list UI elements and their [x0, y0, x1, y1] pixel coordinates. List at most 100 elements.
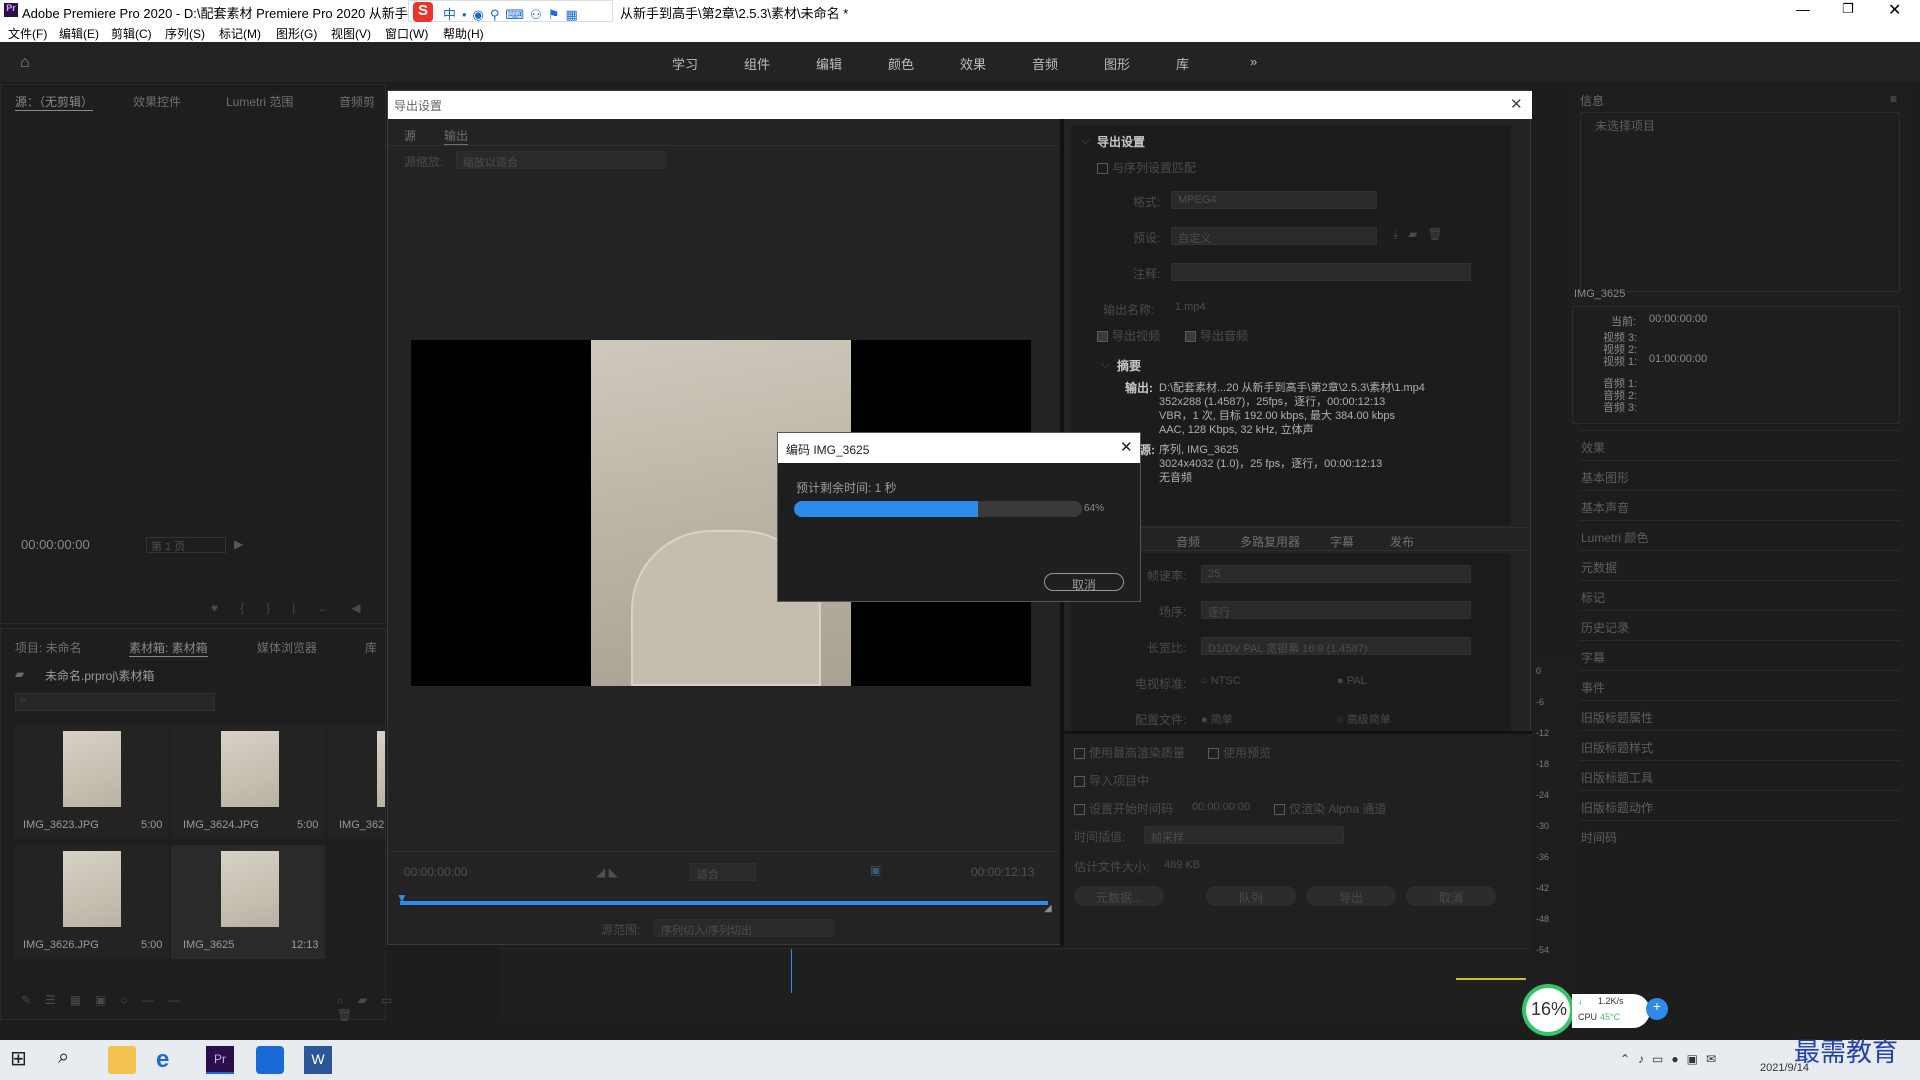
panel-history[interactable]: 历史记录 — [1580, 610, 1900, 640]
app-icon[interactable] — [256, 1046, 284, 1074]
menu-clip[interactable]: 剪辑(C) — [111, 25, 152, 42]
start-timecode-value[interactable]: 00:00:00:00 — [1192, 801, 1250, 813]
panel-metadata[interactable]: 元数据 — [1580, 550, 1900, 580]
export-range-bar[interactable] — [400, 901, 1048, 905]
fit-select[interactable]: 适合 — [690, 863, 756, 881]
profile-advanced-radio[interactable]: ○ 高级简单 — [1337, 711, 1391, 727]
tab-audio-clip[interactable]: 音频剪 — [339, 93, 375, 110]
project-footer-actions[interactable]: ⌕▰▭🗑 — [337, 993, 406, 1022]
close-window-button[interactable]: ✕ — [1888, 0, 1901, 20]
ntsc-radio[interactable]: ○ NTSC — [1201, 675, 1241, 687]
crop-icon[interactable]: ▣ — [870, 863, 881, 877]
list-item[interactable]: IMG_3626.JPG 5:00 — [15, 845, 169, 959]
close-icon[interactable]: ✕ — [1120, 438, 1133, 456]
panel-markers[interactable]: 标记 — [1580, 580, 1900, 610]
profile-simple-radio[interactable]: ● 简单 — [1201, 711, 1233, 727]
end-timecode[interactable]: 00:00:12:13 — [971, 865, 1034, 879]
premiere-taskbar-icon[interactable]: Pr — [206, 1046, 234, 1074]
source-scaling-select[interactable]: 缩放以适合 — [456, 151, 666, 169]
tab-media-browser[interactable]: 媒体浏览器 — [257, 639, 317, 656]
ime-toolbar[interactable]: S 中•◉⚲⌨⚇⚑▦ — [408, 0, 613, 22]
workspace-color[interactable]: 颜色 — [888, 54, 914, 73]
page-select[interactable]: 第 1 页 — [146, 537, 226, 553]
aspect-select[interactable]: D1/DV PAL 宽银幕 16:9 (1.4587) — [1201, 637, 1471, 655]
system-tray-icons[interactable]: ⌃♪▭●▣✉ — [1620, 1052, 1724, 1066]
minimize-button[interactable]: — — [1796, 1, 1810, 17]
metadata-button[interactable]: 元数据... — [1074, 886, 1164, 906]
source-range-select[interactable]: 序列切入/序列切出 — [654, 919, 834, 937]
field-order-select[interactable]: 逐行 — [1201, 601, 1471, 619]
workspace-graphics[interactable]: 图形 — [1104, 54, 1130, 73]
tab-export-source[interactable]: 源 — [404, 127, 416, 144]
format-select[interactable]: MPEG4 — [1171, 191, 1377, 209]
workspace-libraries[interactable]: 库 — [1176, 54, 1189, 73]
tab-audio[interactable]: 音频 — [1176, 533, 1200, 550]
workspace-assembly[interactable]: 组件 — [744, 54, 770, 73]
restore-button[interactable]: ❐ — [1842, 1, 1854, 17]
max-render-quality-checkbox[interactable]: 使用最高渲染质量 — [1074, 744, 1185, 761]
menu-view[interactable]: 视图(V) — [331, 25, 371, 42]
tab-bin[interactable]: 素材箱: 素材箱 — [129, 639, 208, 657]
frame-rate-select[interactable]: 25 — [1201, 565, 1471, 583]
panel-timecode[interactable]: 时间码 — [1580, 820, 1900, 850]
workspace-audio[interactable]: 音频 — [1032, 54, 1058, 73]
cancel-encoding-button[interactable]: 取消 — [1044, 573, 1124, 592]
collapse-icon[interactable]: ⌵ — [1101, 357, 1110, 372]
boost-icon[interactable]: + — [1646, 998, 1668, 1020]
export-button[interactable]: 导出 — [1306, 886, 1396, 906]
tab-project[interactable]: 项目: 未命名 — [15, 639, 82, 656]
panel-menu-icon[interactable]: ≡ — [1890, 92, 1897, 106]
tab-source[interactable]: 源：（无剪辑） — [15, 93, 94, 111]
panel-essential-graphics[interactable]: 基本图形 — [1580, 460, 1900, 490]
workspace-learn[interactable]: 学习 — [672, 54, 698, 73]
menu-file[interactable]: 文件(F) — [8, 25, 47, 42]
list-item[interactable]: IMG_3625 12:13 — [171, 845, 325, 959]
tab-captions[interactable]: 字幕 — [1330, 533, 1354, 550]
output-name-link[interactable]: 1.mp4 — [1175, 301, 1206, 313]
tab-export-output[interactable]: 输出 — [444, 127, 469, 145]
play-arrow-icon[interactable]: ▶ — [234, 537, 243, 551]
panel-captions[interactable]: 字幕 — [1580, 640, 1900, 670]
tab-library[interactable]: 库 — [365, 639, 377, 656]
import-into-project-checkbox[interactable]: 导入项目中 — [1074, 772, 1149, 789]
tab-multiplexer[interactable]: 多路复用器 — [1240, 533, 1300, 550]
comment-input[interactable] — [1171, 263, 1471, 281]
use-previews-checkbox[interactable]: 使用预览 — [1208, 744, 1271, 761]
panel-legacy-title-styles[interactable]: 旧版标题样式 — [1580, 730, 1900, 760]
preset-select[interactable]: 自定义 — [1171, 227, 1377, 245]
panel-events[interactable]: 事件 — [1580, 670, 1900, 700]
tab-effect-controls[interactable]: 效果控件 — [133, 93, 181, 110]
time-interpolation-select[interactable]: 帧采样 — [1144, 826, 1344, 844]
close-icon[interactable]: ✕ — [1510, 95, 1523, 113]
collapse-icon[interactable]: ⌵ — [1081, 133, 1090, 148]
set-start-timecode-checkbox[interactable]: 设置开始时间码 — [1074, 800, 1173, 817]
panel-legacy-title-properties[interactable]: 旧版标题属性 — [1580, 700, 1900, 730]
search-icon[interactable]: ⌕ — [58, 1046, 86, 1074]
workspace-overflow-icon[interactable]: » — [1250, 54, 1257, 69]
match-sequence-checkbox[interactable]: 与序列设置匹配 — [1097, 159, 1196, 176]
source-transport-icons[interactable]: ♥{}|←◀ — [211, 601, 383, 615]
alpha-only-checkbox[interactable]: 仅渲染 Alpha 通道 — [1274, 800, 1386, 817]
menu-window[interactable]: 窗口(W) — [385, 25, 428, 42]
list-item[interactable]: IMG_3624.JPG 5:00 — [171, 725, 325, 839]
project-footer-icons[interactable]: ✎☰▦▣○—— — [21, 993, 194, 1007]
edge-browser-icon[interactable]: e — [156, 1046, 184, 1074]
range-start-handle-icon[interactable]: ▼ — [396, 891, 408, 905]
panel-effects[interactable]: 效果 — [1580, 430, 1900, 460]
workspace-editing[interactable]: 编辑 — [816, 54, 842, 73]
queue-button[interactable]: 队列 — [1206, 886, 1296, 906]
panel-legacy-title-actions[interactable]: 旧版标题动作 — [1580, 790, 1900, 820]
export-audio-checkbox[interactable]: 导出音频 — [1185, 327, 1248, 344]
panel-lumetri-color[interactable]: Lumetri 颜色 — [1580, 520, 1900, 550]
file-explorer-icon[interactable] — [108, 1046, 136, 1074]
export-video-checkbox[interactable]: 导出视频 — [1097, 327, 1160, 344]
word-icon[interactable]: W — [304, 1046, 332, 1074]
preset-actions-icons[interactable]: ⤓▰🗑 — [1393, 227, 1453, 242]
menu-edit[interactable]: 编辑(E) — [59, 25, 99, 42]
menu-sequence[interactable]: 序列(S) — [165, 25, 205, 42]
menu-graphics[interactable]: 图形(G) — [276, 25, 317, 42]
source-timecode[interactable]: 00:00:00:00 — [21, 537, 90, 552]
menu-marker[interactable]: 标记(M) — [219, 25, 261, 42]
panel-legacy-title-tools[interactable]: 旧版标题工具 — [1580, 760, 1900, 790]
list-item[interactable]: IMG_3625 — [327, 725, 385, 839]
